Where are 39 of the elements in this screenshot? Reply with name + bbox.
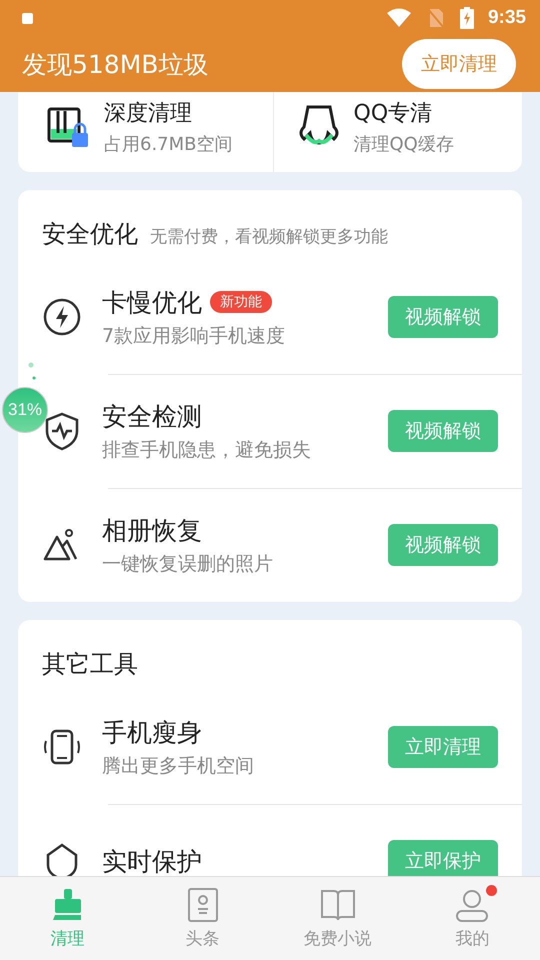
- nav-tab[interactable]: 头条: [135, 877, 270, 960]
- tool-subtitle: 清理QQ缓存: [354, 133, 454, 156]
- tool-title: 深度清理: [104, 100, 193, 128]
- section-title: 其它工具: [42, 649, 138, 680]
- tool-subtitle: 一键恢复误删的照片: [102, 552, 274, 576]
- nav-tab[interactable]: 免费小说: [270, 877, 405, 960]
- tool-title: 卡慢优化: [102, 286, 202, 318]
- notification-icon: [22, 12, 33, 24]
- tool-title: QQ专清: [354, 100, 434, 128]
- progress-ball[interactable]: 31%: [2, 387, 48, 433]
- lightning-icon: [42, 297, 82, 337]
- tool-tile[interactable]: 深度清理 占用6.7MB空间: [18, 92, 272, 172]
- new-feature-tag: 新功能: [210, 291, 272, 313]
- action-button[interactable]: 视频解锁: [388, 296, 498, 338]
- battery-icon: [460, 7, 474, 29]
- action-button[interactable]: 视频解锁: [388, 524, 498, 566]
- tool-title: 实时保护: [102, 846, 202, 876]
- tool-tile[interactable]: QQ专清 清理QQ缓存: [272, 92, 522, 172]
- tool-title: 安全检测: [102, 400, 202, 432]
- section-title: 安全优化: [42, 219, 138, 250]
- nav-tab[interactable]: 我的: [405, 877, 540, 960]
- junk-found-title: 发现518MB垃圾: [22, 48, 208, 80]
- wifi-icon: [386, 8, 412, 28]
- tool-subtitle: 占用6.7MB空间: [104, 133, 233, 156]
- phone-vibrate-icon: [42, 727, 82, 767]
- tool-subtitle: 排查手机隐患，避免损失: [102, 438, 312, 462]
- tool-title: 手机瘦身: [102, 716, 202, 748]
- book-icon: [320, 887, 356, 923]
- user-icon: [454, 887, 490, 923]
- section-note: 无需付费，看视频解锁更多功能: [150, 226, 388, 248]
- clean-now-button[interactable]: 立即清理: [402, 39, 516, 89]
- action-button[interactable]: 视频解锁: [388, 410, 498, 452]
- action-button[interactable]: 立即保护: [388, 840, 498, 876]
- tool-subtitle: 腾出更多手机空间: [102, 754, 255, 778]
- tool-title: 相册恢复: [102, 514, 202, 546]
- action-button[interactable]: 立即清理: [388, 726, 498, 768]
- nav-tab[interactable]: 清理: [0, 877, 135, 960]
- tool-subtitle: 7款应用影响手机速度: [102, 324, 286, 348]
- clock: 9:35: [488, 7, 526, 29]
